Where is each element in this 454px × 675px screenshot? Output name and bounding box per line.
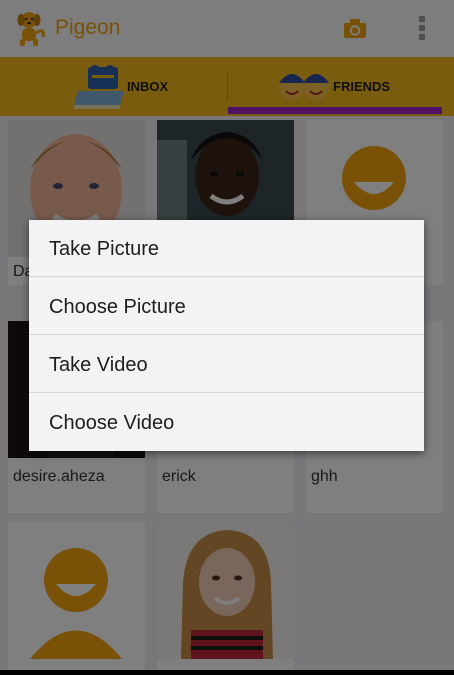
option-label: Take Video bbox=[49, 354, 148, 376]
bottom-edge bbox=[0, 670, 454, 675]
option-label: Take Picture bbox=[49, 238, 160, 260]
media-chooser-dialog: Take Picture Choose Picture Take Video C… bbox=[29, 220, 424, 451]
divider bbox=[29, 392, 424, 393]
divider bbox=[29, 276, 424, 277]
take-video-option[interactable]: Take Video bbox=[29, 336, 424, 393]
option-label: Choose Picture bbox=[49, 296, 186, 318]
choose-video-option[interactable]: Choose Video bbox=[29, 394, 424, 451]
option-label: Choose Video bbox=[49, 412, 175, 434]
take-picture-option[interactable]: Take Picture bbox=[29, 220, 424, 277]
choose-picture-option[interactable]: Choose Picture bbox=[29, 278, 424, 335]
divider bbox=[29, 334, 424, 335]
